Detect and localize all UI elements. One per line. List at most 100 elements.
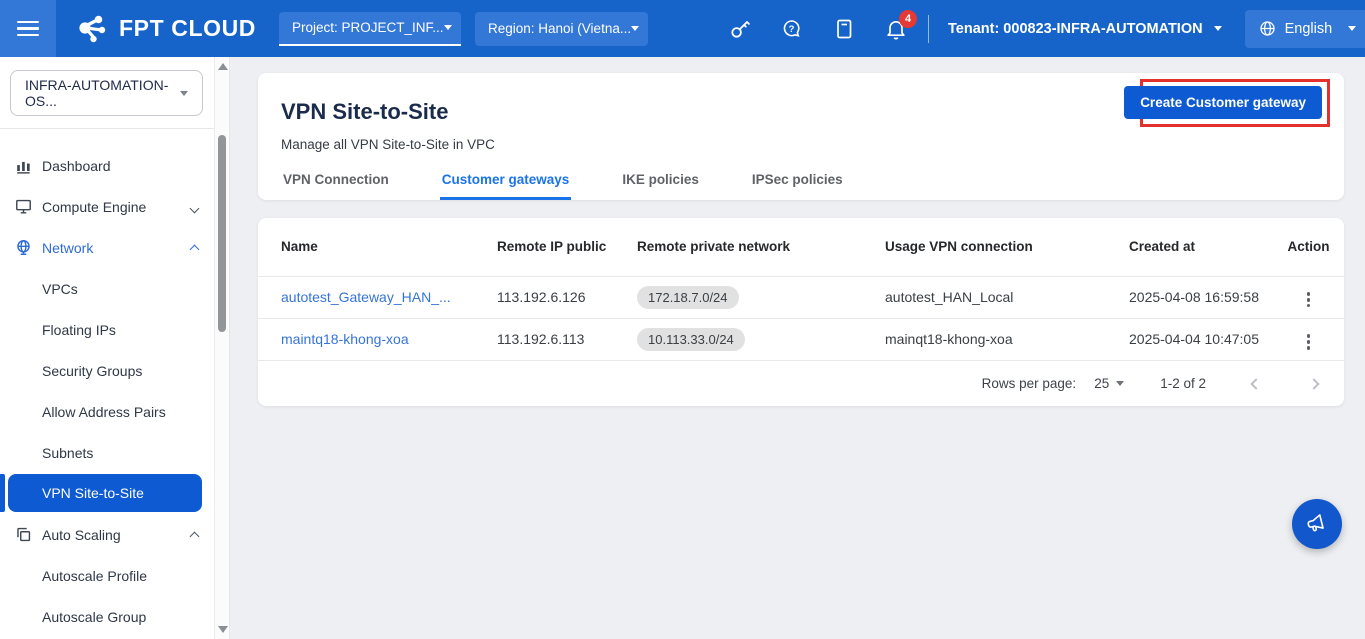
caret-down-icon [1116, 381, 1124, 386]
sidebar-scrollbar[interactable] [214, 57, 228, 639]
remote-ip-cell: 113.192.6.126 [497, 276, 637, 318]
sidebar-item-security-groups[interactable]: Security Groups [0, 350, 214, 391]
svg-text:?: ? [789, 24, 795, 35]
created-at-cell: 2025-04-08 16:59:58 [1129, 276, 1281, 318]
sidebar-nav: Dashboard Compute Engine [0, 129, 214, 637]
rows-per-page-select[interactable]: 25 [1094, 376, 1124, 391]
row-actions-kebab-icon[interactable] [1301, 288, 1316, 311]
sidebar-item-label: Autoscale Group [42, 609, 146, 625]
notifications-button[interactable]: 4 [884, 17, 908, 41]
sidebar-item-label: Network [42, 240, 93, 256]
topbar-divider [928, 15, 929, 43]
column-header-remote-private-network: Remote private network [637, 218, 885, 276]
usage-vpn-cell: autotest_HAN_Local [885, 276, 1129, 318]
created-at-cell: 2025-04-04 10:47:05 [1129, 318, 1281, 360]
sidebar-item-autoscale-group[interactable]: Autoscale Group [0, 596, 214, 637]
next-page-button[interactable] [1306, 372, 1322, 395]
scroll-down-arrow-icon[interactable] [218, 626, 228, 633]
sidebar-item-dashboard[interactable]: Dashboard [0, 145, 214, 186]
sidebar-item-label: Security Groups [42, 363, 142, 379]
chevron-right-icon [1308, 378, 1319, 389]
sidebar-item-autoscale-profile[interactable]: Autoscale Profile [0, 555, 214, 596]
sidebar-item-label: Autoscale Profile [42, 568, 147, 584]
brand-text: FPT CLOUD [119, 15, 256, 42]
rows-per-page-label: Rows per page: [982, 376, 1077, 391]
main-content: VPN Site-to-Site Manage all VPN Site-to-… [230, 57, 1365, 639]
feedback-megaphone-fab[interactable] [1292, 499, 1342, 549]
support-chat-button[interactable]: ? [780, 17, 804, 41]
tab-bar: VPN Connection Customer gateways IKE pol… [281, 172, 894, 200]
docs-icon [832, 17, 856, 41]
remote-ip-cell: 113.192.6.113 [497, 318, 637, 360]
language-selector[interactable]: English [1245, 10, 1365, 48]
sidebar-item-label: VPCs [42, 281, 78, 297]
column-header-created-at: Created at [1129, 218, 1281, 276]
project-selector-label: Project: PROJECT_INF... [292, 20, 444, 35]
sidebar-item-subnets[interactable]: Subnets [0, 432, 214, 473]
tab-ike-policies[interactable]: IKE policies [620, 172, 701, 200]
caret-down-icon [631, 26, 639, 31]
table-header-row: Name Remote IP public Remote private net… [258, 218, 1344, 276]
brand-logo: FPT CLOUD [75, 11, 256, 47]
project-selector[interactable]: Project: PROJECT_INF... [279, 12, 461, 46]
scrollbar-thumb[interactable] [218, 135, 226, 332]
active-indicator [0, 474, 5, 512]
key-icon [728, 17, 752, 41]
tenant-label: Tenant: 000823-INFRA-AUTOMATION [948, 21, 1203, 37]
tenant-selector[interactable]: Tenant: 000823-INFRA-AUTOMATION [948, 21, 1222, 37]
previous-page-button[interactable] [1248, 372, 1264, 395]
sidebar-item-label: Subnets [42, 445, 93, 461]
tab-customer-gateways[interactable]: Customer gateways [440, 172, 572, 200]
docs-button[interactable] [832, 17, 856, 41]
globe-icon [1258, 19, 1277, 38]
sidebar-item-auto-scaling[interactable]: Auto Scaling [0, 514, 214, 555]
customer-gateways-table: Name Remote IP public Remote private net… [258, 218, 1344, 360]
region-selector[interactable]: Region: Hanoi (Vietna... [475, 12, 648, 46]
sidebar-item-label: Floating IPs [42, 322, 116, 338]
molecule-icon [75, 11, 111, 47]
notification-badge: 4 [899, 10, 917, 28]
column-header-action: Action [1281, 218, 1344, 276]
language-label: English [1285, 21, 1333, 37]
layers-icon [14, 525, 33, 544]
megaphone-icon [1304, 511, 1330, 537]
create-customer-gateway-button[interactable]: Create Customer gateway [1124, 86, 1322, 119]
scroll-up-arrow-icon[interactable] [218, 63, 228, 70]
sidebar-item-label: Allow Address Pairs [42, 404, 166, 420]
network-pill: 172.18.7.0/24 [637, 286, 739, 309]
column-header-name: Name [258, 218, 497, 276]
sidebar-item-network[interactable]: Network [0, 227, 214, 268]
hamburger-button[interactable] [0, 0, 56, 57]
workspace-selector[interactable]: INFRA-AUTOMATION-OS... [10, 70, 203, 116]
page-subtitle: Manage all VPN Site-to-Site in VPC [281, 137, 495, 152]
tab-ipsec-policies[interactable]: IPSec policies [750, 172, 845, 200]
sidebar-item-vpcs[interactable]: VPCs [0, 268, 214, 309]
table-row: autotest_Gateway_HAN_... 113.192.6.126 1… [258, 276, 1344, 318]
row-actions-kebab-icon[interactable] [1301, 330, 1316, 353]
sidebar-item-label: VPN Site-to-Site [42, 485, 144, 501]
globe-icon [14, 238, 33, 257]
sidebar: INFRA-AUTOMATION-OS... Dashboard [0, 57, 230, 639]
sidebar-item-allow-address-pairs[interactable]: Allow Address Pairs [0, 391, 214, 432]
gateway-name-link[interactable]: autotest_Gateway_HAN_... [281, 289, 451, 305]
rows-per-page-value: 25 [1094, 376, 1109, 391]
chevron-up-icon [191, 240, 198, 256]
sidebar-item-label: Auto Scaling [42, 527, 121, 543]
monitor-icon [14, 197, 33, 216]
sidebar-item-compute-engine[interactable]: Compute Engine [0, 186, 214, 227]
page-title: VPN Site-to-Site [281, 99, 448, 125]
sidebar-item-floating-ips[interactable]: Floating IPs [0, 309, 214, 350]
sidebar-item-label: Compute Engine [42, 199, 146, 215]
caret-down-icon [1348, 26, 1356, 31]
chevron-down-icon [191, 199, 198, 215]
column-header-remote-ip-public: Remote IP public [497, 218, 637, 276]
gateway-name-link[interactable]: maintq18-khong-xoa [281, 331, 409, 347]
key-button[interactable] [728, 17, 752, 41]
sidebar-item-vpn-site-to-site[interactable]: VPN Site-to-Site [8, 474, 202, 512]
tab-vpn-connection[interactable]: VPN Connection [281, 172, 391, 200]
workspace-selector-label: INFRA-AUTOMATION-OS... [25, 77, 180, 109]
customer-gateways-table-card: Name Remote IP public Remote private net… [258, 218, 1344, 406]
caret-down-icon [444, 25, 452, 30]
topbar-icons: ? 4 [728, 17, 936, 41]
table-row: maintq18-khong-xoa 113.192.6.113 10.113.… [258, 318, 1344, 360]
